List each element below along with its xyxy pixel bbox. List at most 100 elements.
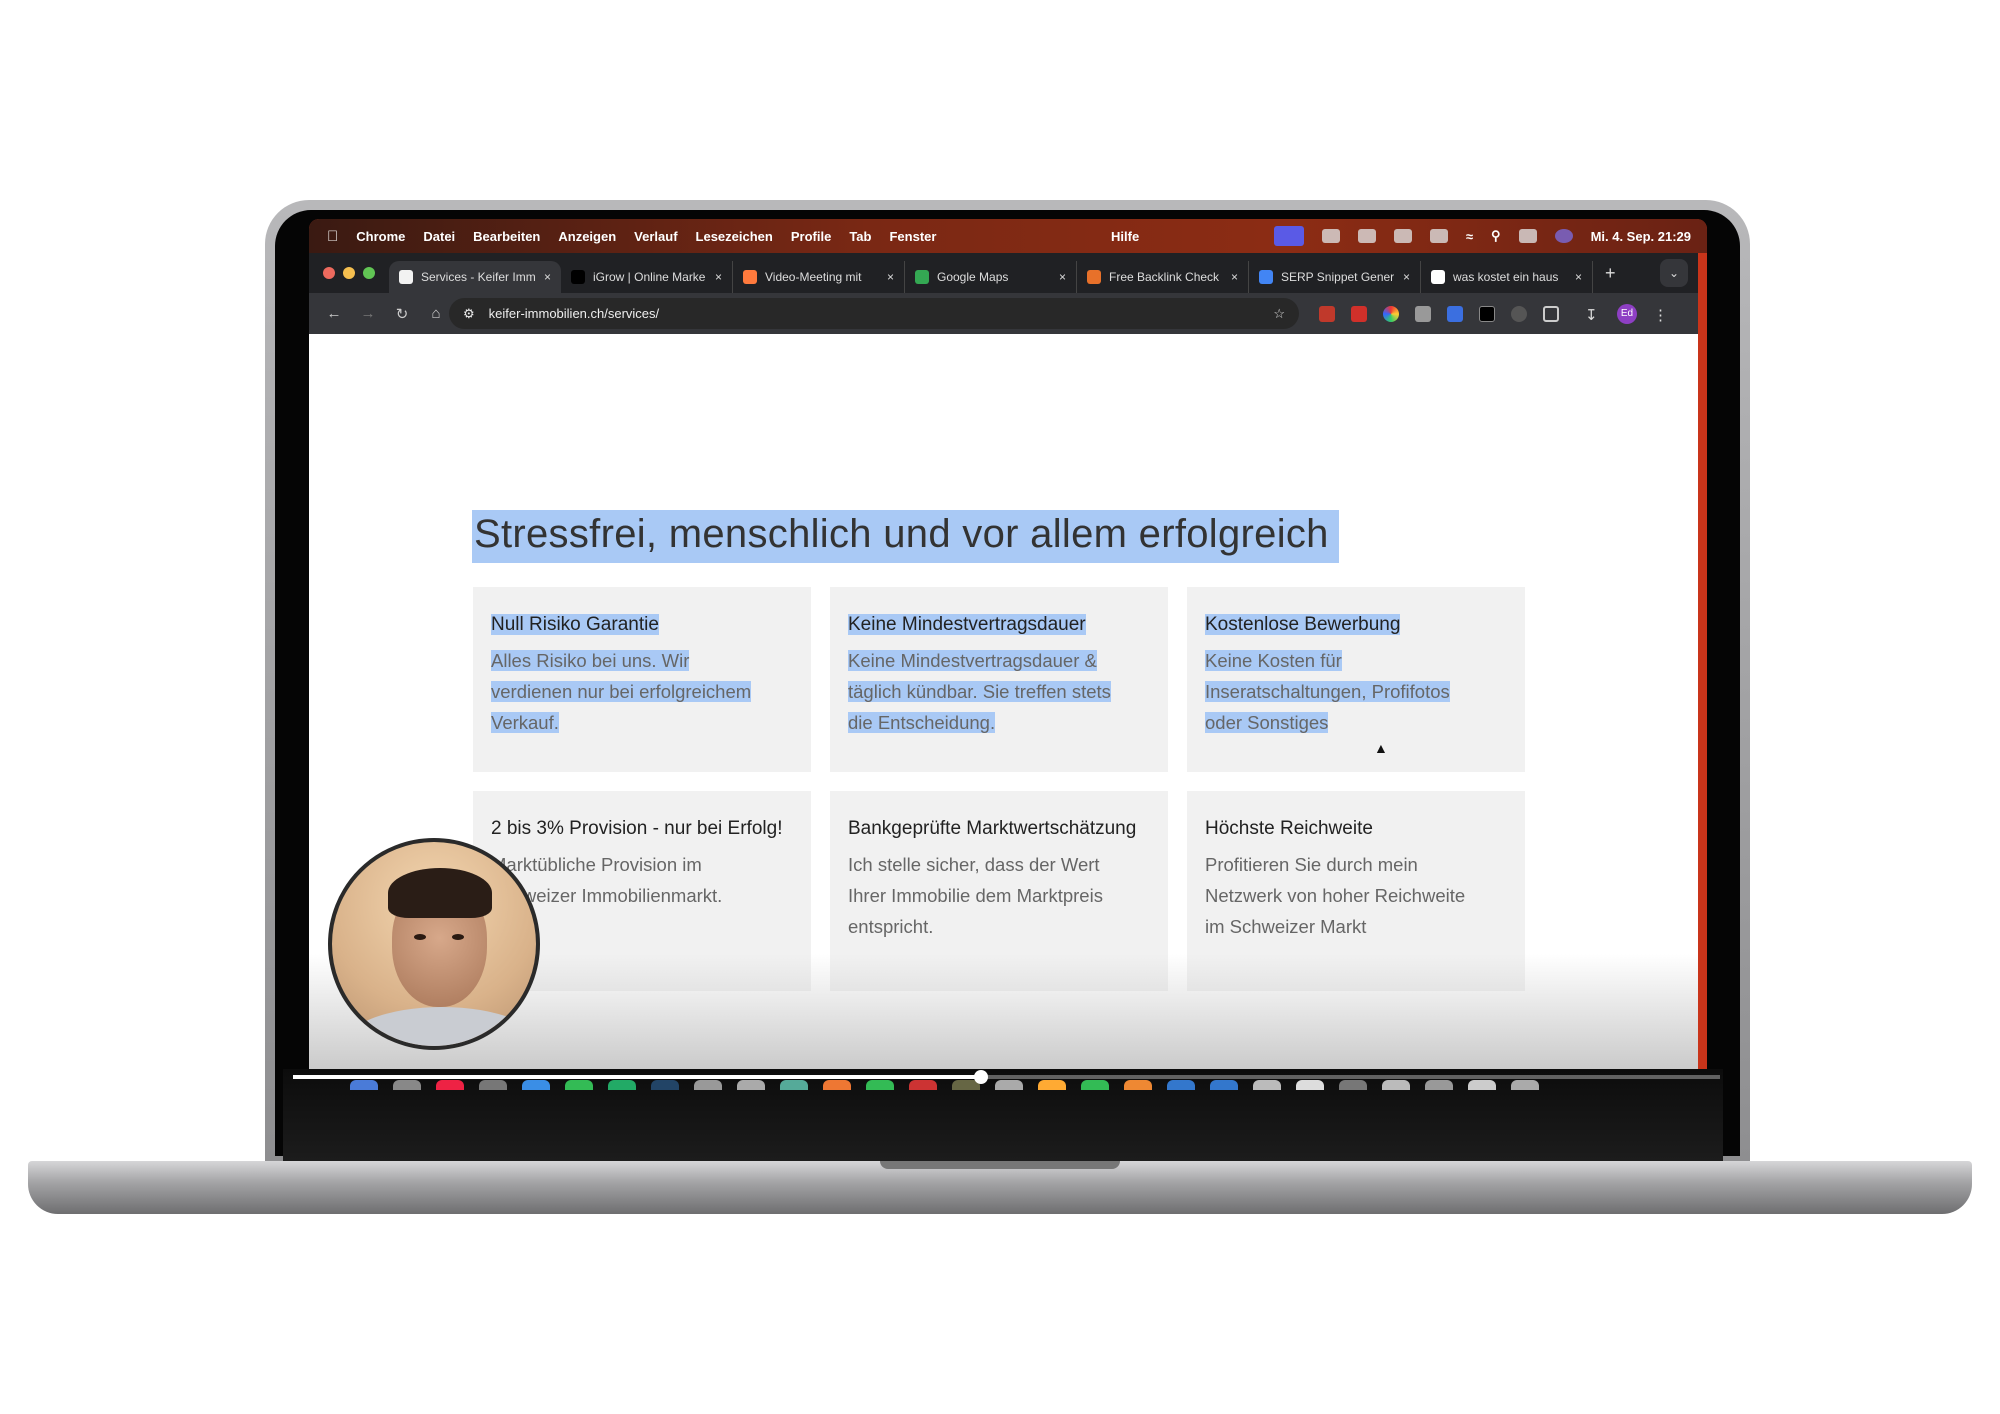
maximize-window-button[interactable] xyxy=(363,267,375,279)
tab[interactable]: Services - Keifer Imm × xyxy=(389,261,561,293)
home-icon[interactable]: ⌂ xyxy=(427,305,445,322)
creative-cloud-icon[interactable] xyxy=(1321,229,1340,243)
tab-title: was kostet ein haus xyxy=(1453,270,1559,284)
close-tab-icon[interactable]: × xyxy=(544,270,551,284)
site-settings-icon[interactable]: ⚙ xyxy=(463,306,475,322)
progress-knob[interactable] xyxy=(973,1070,988,1084)
battery-icon[interactable] xyxy=(1393,229,1412,243)
menu-tab[interactable]: Tab xyxy=(849,229,871,244)
dock-app-icon[interactable] xyxy=(608,1080,636,1090)
dock-app-icon[interactable] xyxy=(1296,1080,1324,1090)
dock-app-icon[interactable] xyxy=(436,1080,464,1090)
favicon-icon xyxy=(1431,270,1445,284)
dock-app-icon[interactable] xyxy=(522,1080,550,1090)
dock-app-icon[interactable] xyxy=(694,1080,722,1090)
close-tab-icon[interactable]: × xyxy=(1059,270,1066,284)
back-icon[interactable]: ← xyxy=(325,305,343,322)
dock-app-icon[interactable] xyxy=(737,1080,765,1090)
url-text[interactable]: keifer-immobilien.ch/services/ xyxy=(489,306,660,321)
video-progress-bar[interactable] xyxy=(293,1070,1720,1084)
close-tab-icon[interactable]: × xyxy=(1403,270,1410,284)
screen-share-icon[interactable] xyxy=(1273,226,1304,246)
dock-app-icon[interactable] xyxy=(479,1080,507,1090)
favicon-icon xyxy=(743,270,757,284)
favicon-icon xyxy=(915,270,929,284)
dock-app-icon[interactable] xyxy=(1038,1080,1066,1090)
user-icon[interactable] xyxy=(1429,229,1448,243)
tab[interactable]: Google Maps × xyxy=(905,261,1077,293)
dock-app-icon[interactable] xyxy=(1511,1080,1539,1090)
menu-anzeigen[interactable]: Anzeigen xyxy=(558,229,616,244)
tab-search-button[interactable]: ⌄ xyxy=(1660,259,1688,287)
outlook-icon[interactable] xyxy=(1357,229,1376,243)
reload-icon[interactable]: ↻ xyxy=(393,305,411,323)
dock-app-icon[interactable] xyxy=(995,1080,1023,1090)
forward-icon[interactable]: → xyxy=(359,305,377,322)
dock-app-icon[interactable] xyxy=(866,1080,894,1090)
dock-app-icon[interactable] xyxy=(1210,1080,1238,1090)
extension-s-icon[interactable] xyxy=(1319,305,1335,322)
extension-lt-icon[interactable] xyxy=(1415,305,1431,322)
address-bar[interactable]: ⚙ keifer-immobilien.ch/services/ ☆ xyxy=(449,298,1299,329)
extension-blue-icon[interactable] xyxy=(1447,305,1463,322)
wifi-icon[interactable]: ≈ xyxy=(1466,229,1473,244)
dock-app-icon[interactable] xyxy=(1167,1080,1195,1090)
control-center-icon[interactable] xyxy=(1518,229,1537,243)
menu-lesezeichen[interactable]: Lesezeichen xyxy=(696,229,773,244)
card-title: Null Risiko Garantie xyxy=(491,614,659,635)
dock-app-icon[interactable] xyxy=(651,1080,679,1090)
dock-app-icon[interactable] xyxy=(1081,1080,1109,1090)
close-tab-icon[interactable]: × xyxy=(887,270,894,284)
card-text-line: die Entscheidung. xyxy=(848,712,996,733)
dock-app-icon[interactable] xyxy=(350,1080,378,1090)
close-tab-icon[interactable]: × xyxy=(715,270,722,284)
dock-app-icon[interactable] xyxy=(393,1080,421,1090)
dock-app-icon[interactable] xyxy=(1253,1080,1281,1090)
menu-kebab-icon[interactable]: ⋮ xyxy=(1653,306,1669,324)
dock-app-icon[interactable] xyxy=(565,1080,593,1090)
menu-help[interactable]: Hilfe xyxy=(1111,229,1139,244)
tab[interactable]: was kostet ein haus × xyxy=(1421,261,1593,293)
feature-card: Keine Mindestvertragsdauer Keine Mindestv… xyxy=(830,587,1168,772)
dock-app-icon[interactable] xyxy=(909,1080,937,1090)
close-tab-icon[interactable]: × xyxy=(1575,270,1582,284)
close-window-button[interactable] xyxy=(323,267,335,279)
menu-bearbeiten[interactable]: Bearbeiten xyxy=(473,229,540,244)
menu-app[interactable]: Chrome xyxy=(356,229,405,244)
dock-app-icon[interactable] xyxy=(780,1080,808,1090)
siri-icon[interactable] xyxy=(1554,229,1573,243)
extension-black-icon[interactable] xyxy=(1479,305,1495,322)
toolbar: ← → ↻ ⌂ ⚙ keifer-immobilien.ch/services/… xyxy=(309,293,1698,334)
search-icon[interactable]: ⚲ xyxy=(1491,228,1501,244)
dock-app-icon[interactable] xyxy=(1468,1080,1496,1090)
minimize-window-button[interactable] xyxy=(343,267,355,279)
menu-fenster[interactable]: Fenster xyxy=(889,229,936,244)
close-tab-icon[interactable]: × xyxy=(1231,270,1238,284)
favicon-icon xyxy=(399,270,413,284)
bookmark-star-icon[interactable]: ☆ xyxy=(1273,306,1285,322)
dock-app-icon[interactable] xyxy=(1124,1080,1152,1090)
dock-app-icon[interactable] xyxy=(1425,1080,1453,1090)
extension-sync-icon[interactable] xyxy=(1511,305,1527,322)
card-text-line: Inseratschaltungen, Profifotos xyxy=(1205,681,1450,702)
tab[interactable]: Free Backlink Check × xyxy=(1077,261,1249,293)
clock[interactable]: Mi. 4. Sep. 21:29 xyxy=(1591,229,1691,244)
tab[interactable]: SERP Snippet Gener × xyxy=(1249,261,1421,293)
menu-profile[interactable]: Profile xyxy=(791,229,831,244)
menu-verlauf[interactable]: Verlauf xyxy=(634,229,677,244)
card-text-line: verdienen nur bei erfolgreichem xyxy=(491,681,752,702)
apple-icon[interactable]:  xyxy=(327,228,338,245)
tab[interactable]: iGrow | Online Marke × xyxy=(561,261,733,293)
profile-avatar[interactable]: Ed xyxy=(1617,303,1637,324)
download-icon[interactable]: ↧ xyxy=(1585,306,1601,324)
extensions-puzzle-icon[interactable] xyxy=(1543,305,1559,322)
dock-app-icon[interactable] xyxy=(823,1080,851,1090)
extension-color-icon[interactable] xyxy=(1383,305,1399,322)
card-text-line: oder Sonstiges xyxy=(1205,712,1329,733)
new-tab-button[interactable]: + xyxy=(1605,263,1616,284)
tab[interactable]: Video-Meeting mit × xyxy=(733,261,905,293)
extension-red-icon[interactable] xyxy=(1351,305,1367,322)
dock-app-icon[interactable] xyxy=(1339,1080,1367,1090)
menu-datei[interactable]: Datei xyxy=(423,229,455,244)
dock-app-icon[interactable] xyxy=(1382,1080,1410,1090)
